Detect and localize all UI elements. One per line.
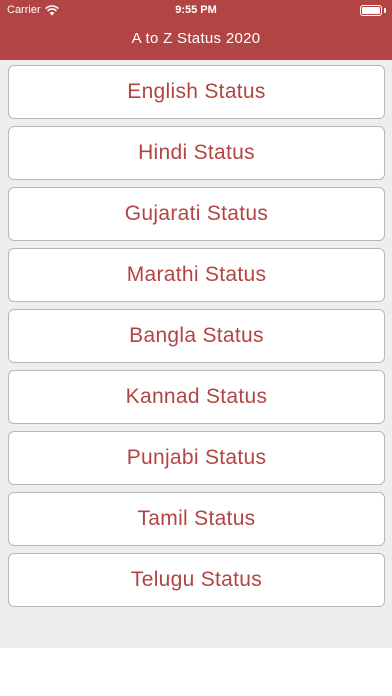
status-category-list: English Status Hindi Status Gujarati Sta… bbox=[8, 65, 385, 607]
bangla-status-button[interactable]: Bangla Status bbox=[8, 309, 385, 363]
punjabi-status-button[interactable]: Punjabi Status bbox=[8, 431, 385, 485]
status-list-area: English Status Hindi Status Gujarati Sta… bbox=[0, 60, 392, 648]
nav-header: Carrier 9:55 PM A to Z Status 2020 bbox=[0, 0, 392, 60]
telugu-status-button[interactable]: Telugu Status bbox=[8, 553, 385, 607]
marathi-status-button[interactable]: Marathi Status bbox=[8, 248, 385, 302]
status-bar: Carrier 9:55 PM bbox=[0, 0, 392, 22]
english-status-button[interactable]: English Status bbox=[8, 65, 385, 119]
page-title: A to Z Status 2020 bbox=[131, 30, 261, 47]
status-time: 9:55 PM bbox=[175, 4, 217, 16]
tamil-status-button[interactable]: Tamil Status bbox=[8, 492, 385, 546]
kannad-status-button[interactable]: Kannad Status bbox=[8, 370, 385, 424]
battery-icon bbox=[360, 5, 382, 16]
battery-tip bbox=[384, 8, 386, 13]
gujarati-status-button[interactable]: Gujarati Status bbox=[8, 187, 385, 241]
hindi-status-button[interactable]: Hindi Status bbox=[8, 126, 385, 180]
